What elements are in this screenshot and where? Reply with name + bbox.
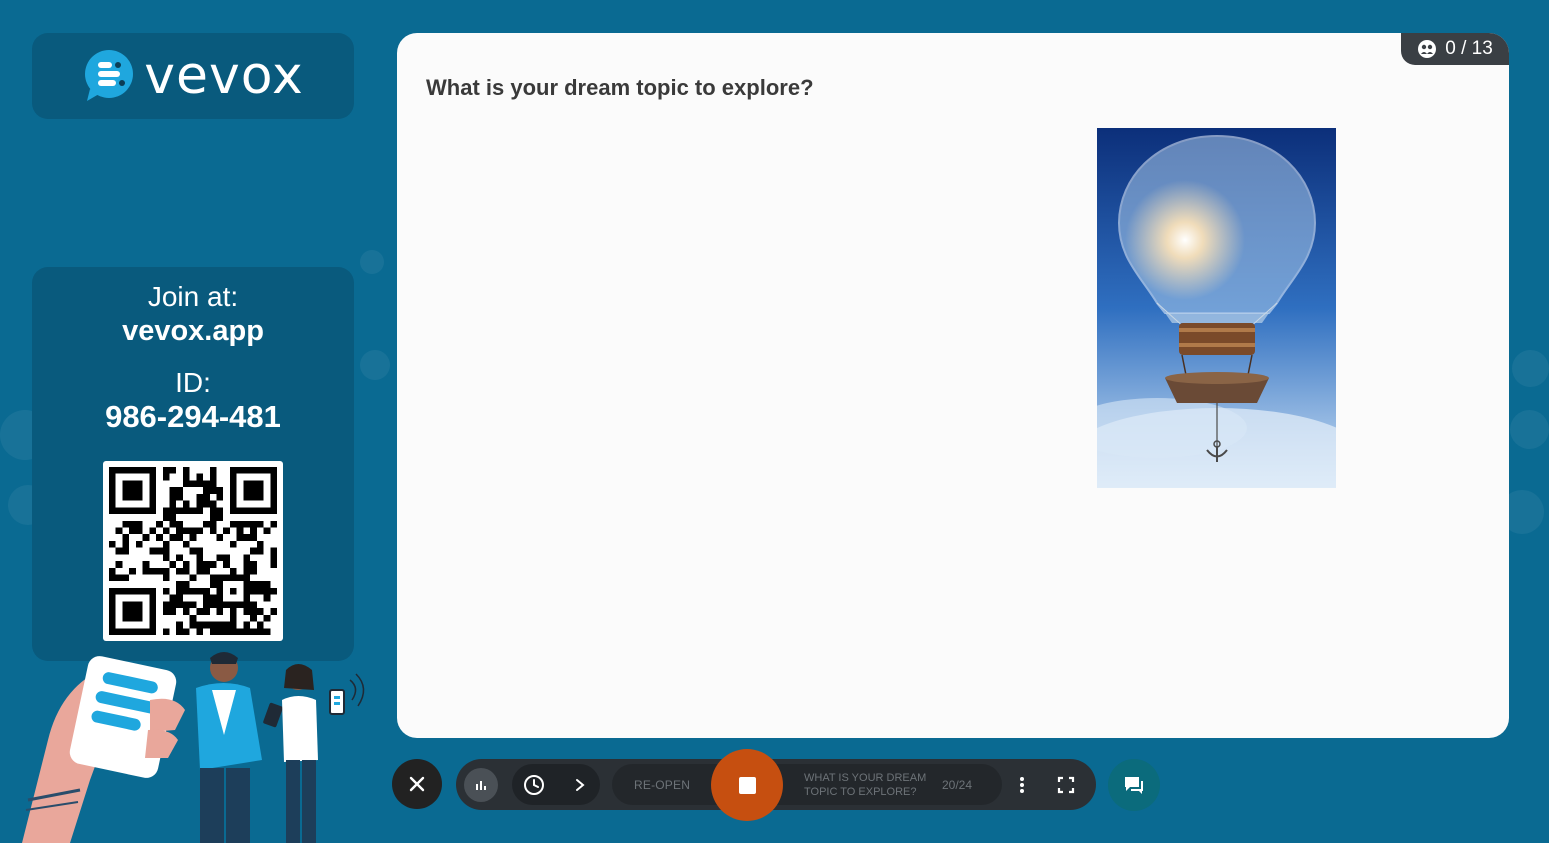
bar-chart-icon (476, 781, 486, 790)
response-counter: 0 / 13 (1401, 33, 1509, 65)
chevron-right-icon (576, 779, 585, 791)
vevox-logo: vevox (32, 33, 354, 119)
timer-icon[interactable] (522, 773, 546, 797)
close-button[interactable] (392, 759, 442, 809)
question-panel: What is your dream topic to explore? 0 /… (397, 33, 1509, 738)
qr-code (103, 461, 283, 641)
next-button[interactable] (568, 773, 592, 797)
close-icon (409, 776, 425, 792)
people-illustration (22, 652, 365, 843)
more-vertical-icon (1020, 777, 1024, 793)
chat-icon (1125, 777, 1143, 794)
timer-group (512, 764, 600, 805)
more-options-button[interactable] (1012, 773, 1032, 797)
qr-code-image (109, 467, 277, 635)
current-poll-title: WHAT IS YOUR DREAM TOPIC TO EXPLORE? (804, 772, 927, 798)
chat-button[interactable] (1108, 759, 1160, 811)
question-title: What is your dream topic to explore? (426, 75, 814, 100)
vevox-logo-icon (85, 50, 134, 101)
participants-icon (1418, 40, 1437, 58)
poll-status-segment: RE-OPEN WHAT IS YOUR DREAM TOPIC TO EXPL… (612, 764, 1002, 805)
reopen-button[interactable]: RE-OPEN (634, 778, 690, 792)
stop-poll-button[interactable] (711, 749, 783, 821)
results-toggle-button[interactable] (464, 768, 498, 802)
response-count: 0 / 13 (1445, 38, 1493, 59)
presenter-toolbar: RE-OPEN WHAT IS YOUR DREAM TOPIC TO EXPL… (456, 749, 1096, 821)
id-label: ID: (175, 367, 211, 398)
join-card: Join at: vevox.app ID: 986-294-481 (32, 267, 354, 661)
lightbulb-balloon-image (1097, 128, 1336, 488)
fullscreen-icon[interactable] (1054, 773, 1078, 797)
logo-text: vevox (144, 46, 304, 106)
stop-icon (738, 776, 756, 794)
poll-progress: 20/24 (942, 778, 973, 792)
join-label: Join at: (147, 281, 239, 312)
join-url: vevox.app (122, 315, 264, 347)
session-id: 986-294-481 (105, 399, 281, 434)
